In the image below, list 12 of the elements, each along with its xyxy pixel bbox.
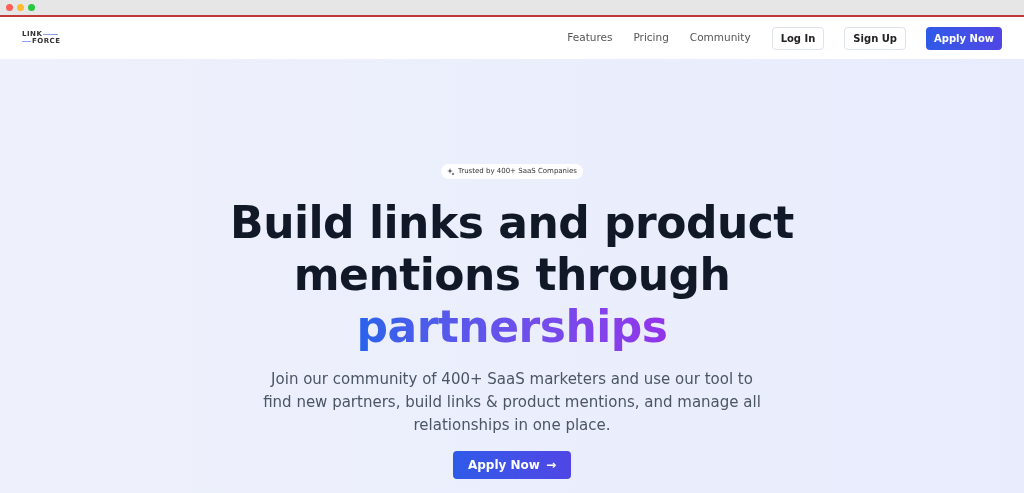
- maximize-icon[interactable]: [28, 4, 35, 11]
- signup-button[interactable]: Sign Up: [844, 26, 907, 50]
- nav-link[interactable]: Pricing: [633, 30, 669, 46]
- hero-heading: Build links and product mentions through partnerships: [229, 197, 795, 353]
- close-icon[interactable]: [6, 4, 13, 11]
- hero-description: Join our community of 400+ SaaS marketers and use our tool to find new partners, build links & product mentions, and manage all relationships in one place.: [262, 369, 762, 436]
- apply-now-button[interactable]: Apply Now →: [453, 451, 571, 479]
- nav-link[interactable]: Community: [689, 30, 751, 46]
- apply-button[interactable]: Apply Now: [926, 26, 1002, 50]
- minimize-icon[interactable]: [17, 4, 24, 11]
- nav-link[interactable]: Features: [567, 30, 613, 46]
- login-button[interactable]: Log In: [771, 26, 825, 50]
